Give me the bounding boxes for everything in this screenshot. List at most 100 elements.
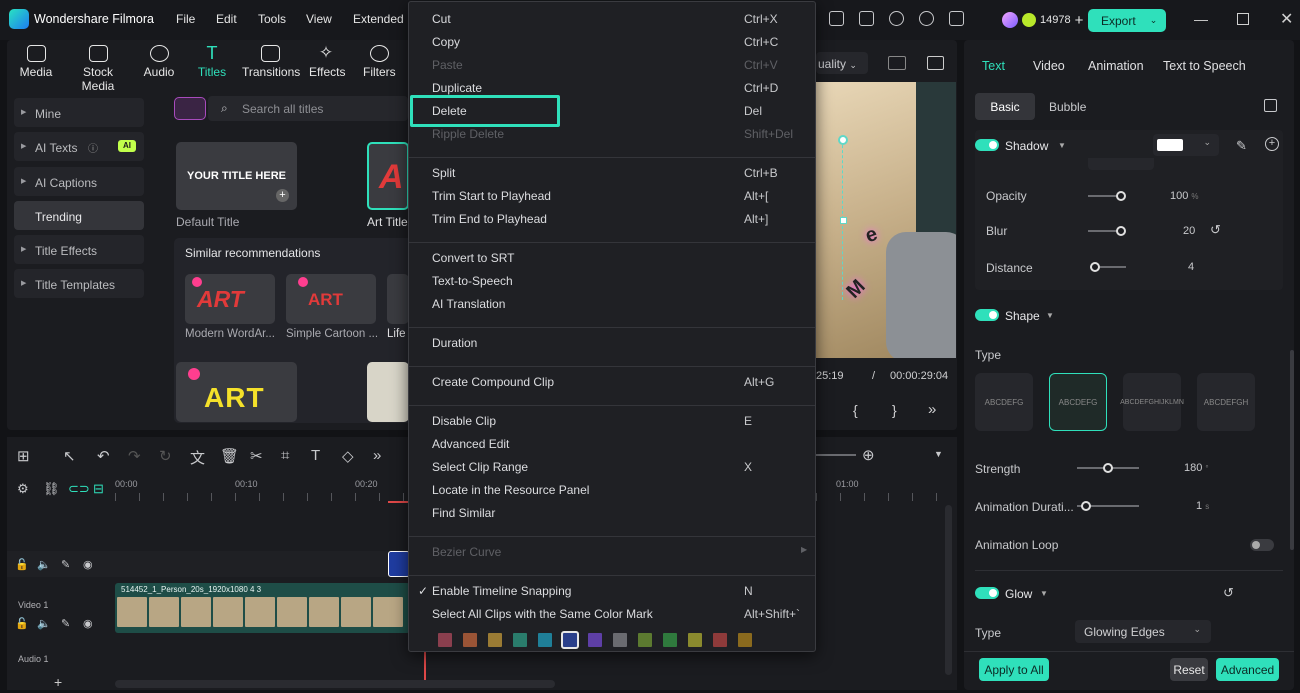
help-icon[interactable]: ⓘ xyxy=(88,140,98,155)
context-menu-item[interactable]: Locate in the Resource Panel xyxy=(432,483,589,497)
credit-display[interactable]: 14978 + xyxy=(1002,10,1083,30)
transform-handle[interactable] xyxy=(840,217,847,224)
subtab-basic[interactable]: Basic xyxy=(975,93,1035,120)
sidebar-item-title-effects[interactable]: ▶ Title Effects xyxy=(14,235,144,264)
chevron-down-icon[interactable]: ▼ xyxy=(934,449,943,459)
shape-option-circle[interactable]: ABCDEFGHIJKLMN xyxy=(1120,373,1184,431)
color-mark-swatch[interactable] xyxy=(738,633,752,647)
anim-duration-value[interactable]: 1 s xyxy=(1196,500,1209,512)
strength-slider[interactable] xyxy=(1077,463,1139,473)
color-mark-swatch[interactable] xyxy=(613,633,627,647)
apply-to-all-button[interactable]: Apply to All xyxy=(979,658,1049,681)
export-button[interactable]: Export ⌄ xyxy=(1088,9,1166,32)
slider-knob[interactable] xyxy=(1116,226,1126,236)
search-input[interactable]: ⌕ Search all titles xyxy=(208,96,408,121)
advanced-button[interactable]: Advanced xyxy=(1216,658,1279,681)
menu-tools[interactable]: Tools xyxy=(258,12,286,26)
tab-text[interactable]: Text xyxy=(982,59,1005,73)
context-menu-item[interactable]: Duplicate xyxy=(432,81,482,95)
dropdown-arrow-icon[interactable]: ▼ xyxy=(1046,311,1054,320)
quality-select[interactable]: uality ⌄ xyxy=(816,52,868,74)
color-mark-swatch[interactable] xyxy=(713,633,727,647)
shadow-type-select[interactable] xyxy=(1088,158,1154,170)
speaker-icon[interactable]: 🔈 xyxy=(37,558,51,571)
chevron-down-icon[interactable]: ⌄ xyxy=(1150,15,1158,26)
mute-icon[interactable]: ✎ xyxy=(61,617,70,630)
context-menu-item[interactable]: Copy xyxy=(432,35,460,49)
slider-knob[interactable] xyxy=(1081,501,1091,511)
zoom-slider[interactable] xyxy=(816,454,856,456)
playhead[interactable] xyxy=(424,652,426,680)
select-tool-icon[interactable]: ↖ xyxy=(63,447,76,465)
tool-stock-media[interactable]: Stock Media xyxy=(66,45,130,93)
headset-icon[interactable] xyxy=(919,11,934,26)
distance-slider[interactable] xyxy=(1090,262,1126,272)
more-tools-icon[interactable]: » xyxy=(373,447,381,464)
minimize-icon[interactable]: — xyxy=(1194,11,1208,27)
unlink-icon[interactable]: ⛓ xyxy=(43,481,60,497)
context-menu-item[interactable]: Convert to SRT xyxy=(432,251,514,265)
snapshot-icon[interactable] xyxy=(927,56,944,70)
color-mark-swatch[interactable] xyxy=(638,633,652,647)
mark-in-icon[interactable]: { xyxy=(853,402,858,418)
title-clip[interactable] xyxy=(388,551,410,577)
rec-card-modern-wordart[interactable]: ART xyxy=(185,274,275,324)
context-menu-item[interactable]: Trim End to Playhead xyxy=(432,212,547,226)
glow-toggle[interactable] xyxy=(975,587,999,599)
text-tool-icon[interactable]: T xyxy=(311,447,320,464)
video-clip[interactable]: 514452_1_Person_20s_1920x1080 4 3 xyxy=(115,583,410,633)
glow-type-select[interactable]: Glowing Edges ⌄ xyxy=(1075,620,1211,643)
horizontal-scrollbar[interactable] xyxy=(115,680,555,688)
mute-icon[interactable]: ✎ xyxy=(61,558,70,571)
layout-icon[interactable] xyxy=(829,11,844,26)
store-icon[interactable] xyxy=(174,97,206,120)
title-card-golden[interactable] xyxy=(367,362,409,422)
shadow-toggle[interactable] xyxy=(975,139,999,151)
anim-duration-slider[interactable] xyxy=(1077,501,1139,511)
rec-card-life[interactable] xyxy=(387,274,409,324)
crop-icon[interactable]: ⌗ xyxy=(281,447,289,464)
more-icon[interactable]: » xyxy=(928,401,936,418)
rec-card-simple-cartoon[interactable]: ART xyxy=(286,274,376,324)
tab-text-to-speech[interactable]: Text to Speech xyxy=(1163,59,1246,73)
shape-option-arch-selected[interactable]: ABCDEFG xyxy=(1049,373,1107,431)
color-mark-swatch[interactable] xyxy=(488,633,502,647)
title-card-art-yellow[interactable]: ART xyxy=(176,362,297,422)
redo-icon[interactable]: ↷ xyxy=(128,447,141,465)
color-mark-swatch[interactable] xyxy=(688,633,702,647)
context-menu-item[interactable]: Select Clip Range xyxy=(432,460,528,474)
context-menu-item[interactable]: Create Compound Clip xyxy=(432,375,554,389)
eyedropper-icon[interactable]: ✎ xyxy=(1236,138,1247,154)
color-mark-swatch[interactable] xyxy=(663,633,677,647)
sidebar-item-trending[interactable]: Trending xyxy=(14,201,144,230)
sidebar-item-ai-captions[interactable]: ▶ AI Captions xyxy=(14,167,144,196)
tool-audio[interactable]: Audio xyxy=(143,45,175,85)
slider-knob[interactable] xyxy=(1103,463,1113,473)
transform-handle[interactable] xyxy=(838,135,848,145)
title-card-default[interactable]: YOUR TITLE HERE + xyxy=(176,142,297,210)
context-menu-item[interactable]: Cut xyxy=(432,12,451,26)
shape-option-wave[interactable]: ABCDEFGH xyxy=(1197,373,1255,431)
menu-edit[interactable]: Edit xyxy=(216,12,237,26)
blur-value[interactable]: 20 xyxy=(1183,225,1195,237)
title-card-art[interactable]: A xyxy=(367,142,409,210)
menu-file[interactable]: File xyxy=(176,12,195,26)
tab-video[interactable]: Video xyxy=(1033,59,1065,73)
maximize-icon[interactable] xyxy=(1237,13,1249,25)
dropdown-arrow-icon[interactable]: ▼ xyxy=(1040,589,1048,598)
color-mark-swatch[interactable] xyxy=(588,633,602,647)
reset-button[interactable]: Reset xyxy=(1170,658,1208,681)
color-mark-swatch[interactable] xyxy=(538,633,552,647)
close-icon[interactable]: ✕ xyxy=(1280,9,1293,29)
shape-tool-icon[interactable]: ◇ xyxy=(342,447,354,465)
rotate-icon[interactable]: ↻ xyxy=(159,447,172,465)
panel-scrollbar[interactable] xyxy=(1290,350,1294,550)
context-menu-item[interactable]: Duration xyxy=(432,336,477,350)
grid-icon[interactable] xyxy=(888,56,906,70)
context-menu-item[interactable]: Trim Start to Playhead xyxy=(432,189,551,203)
add-credit-icon[interactable]: + xyxy=(1075,12,1084,29)
tool-transitions[interactable]: Transitions xyxy=(242,45,300,85)
tool-titles[interactable]: T Titles xyxy=(197,44,227,85)
translate-icon[interactable]: 文 xyxy=(190,447,205,468)
shape-toggle[interactable] xyxy=(975,309,999,321)
